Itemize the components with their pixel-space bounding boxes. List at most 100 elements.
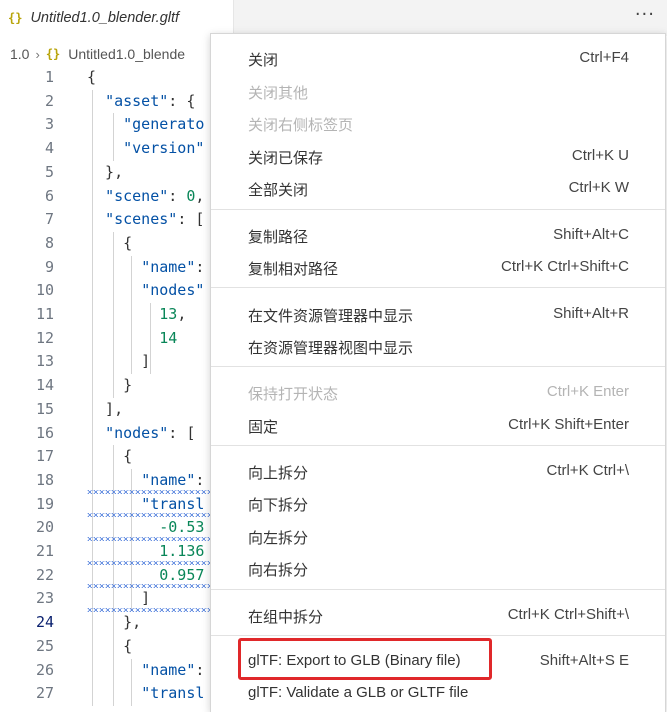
code-text: "scene": 0, [87, 187, 204, 205]
json-file-icon: {} [8, 11, 23, 25]
code-token: { [87, 636, 133, 655]
code-text: 14 [87, 329, 177, 347]
code-token: "asset" [105, 91, 169, 110]
menu-item-label: 在资源管理器视图中显示 [248, 340, 414, 357]
line-number: 16 [35, 423, 54, 442]
menu-item-copy-relative-path[interactable]: 复制相对路径 Ctrl+K Ctrl+Shift+C [211, 251, 665, 281]
line-number: 2 [44, 91, 54, 110]
menu-separator [211, 287, 665, 288]
editor-tab-bar: {} Untitled1.0_blender.gltf ··· [0, 0, 667, 36]
menu-item-copy-path[interactable]: 复制路径 Shift+Alt+C [211, 219, 665, 249]
code-token: "name" [141, 470, 196, 489]
code-token: 1.136 [159, 542, 205, 560]
indent-guide [113, 113, 114, 161]
code-text: 1.136 [87, 542, 204, 560]
line-number: 9 [44, 257, 54, 276]
line-number: 19 [35, 494, 54, 513]
line-number: 25 [35, 636, 54, 655]
menu-separator [211, 366, 665, 367]
menu-item-reveal-in-file-explorer[interactable]: 在文件资源管理器中显示 Shift+Alt+R [211, 298, 665, 328]
warning-squiggle [87, 560, 212, 565]
line-number: 12 [35, 328, 54, 347]
code-token: : [ [177, 210, 205, 229]
menu-item-gltf-validate[interactable]: glTF: Validate a GLB or GLTF file [211, 677, 665, 707]
menu-item-shortcut: Ctrl+K W [568, 179, 629, 196]
menu-separator [211, 589, 665, 590]
menu-item-split-down[interactable]: 向下拆分 [211, 487, 665, 517]
menu-item-shortcut: Ctrl+K Ctrl+\ [546, 462, 629, 479]
code-text: 13, [87, 305, 186, 323]
line-number: 15 [35, 399, 54, 418]
breadcrumb: 1.0 › {} Untitled1.0_blende [10, 43, 185, 65]
code-text: { [87, 68, 96, 86]
menu-item-reveal-in-explorer-view[interactable]: 在资源管理器视图中显示 [211, 330, 665, 360]
menu-item-gltf-export-glb[interactable]: glTF: Export to GLB (Binary file) Shift+A… [211, 645, 665, 675]
code-token: "scenes" [105, 210, 178, 229]
line-number: 14 [35, 376, 54, 395]
line-number: 23 [35, 589, 54, 608]
code-text: ] [87, 589, 150, 607]
code-token: }, [87, 613, 142, 632]
code-token: { [87, 447, 133, 466]
code-text: "version" [87, 139, 204, 157]
menu-item-close-saved[interactable]: 关闭已保存 Ctrl+K U [211, 140, 665, 170]
breadcrumb-file[interactable]: Untitled1.0_blende [68, 46, 185, 62]
more-actions-icon[interactable]: ··· [635, 4, 655, 25]
menu-item-shortcut: Shift+Alt+S E [539, 652, 629, 669]
breadcrumb-folder[interactable]: 1.0 [10, 46, 29, 62]
line-number: 13 [35, 352, 54, 371]
chevron-right-icon: › [35, 46, 40, 62]
line-number: 7 [44, 210, 54, 229]
menu-separator [211, 209, 665, 210]
menu-item-pin[interactable]: 固定 Ctrl+K Shift+Enter [211, 409, 665, 439]
menu-item-label: 向上拆分 [248, 465, 309, 482]
code-text: }, [87, 613, 141, 631]
warning-squiggle [87, 489, 212, 494]
menu-separator [211, 445, 665, 446]
code-text: "transl [87, 684, 204, 702]
code-token: "nodes" [141, 281, 205, 300]
indent-guide [150, 303, 151, 375]
code-token: : [ [168, 423, 196, 442]
menu-item-close[interactable]: 关闭 Ctrl+F4 [211, 42, 665, 72]
code-token: { [87, 233, 133, 252]
menu-item-split-in-group[interactable]: 在组中拆分 Ctrl+K Ctrl+Shift+\ [211, 599, 665, 629]
code-token: 14 [159, 328, 178, 347]
code-text: "name": [87, 471, 204, 489]
menu-item-label: 关闭右侧标签页 [248, 117, 354, 134]
warning-squiggle [87, 584, 212, 589]
menu-item-label: 向右拆分 [248, 562, 309, 579]
menu-item-label: glTF: Validate a GLB or GLTF file [248, 684, 469, 701]
menu-item-close-others: 关闭其他 [211, 75, 665, 105]
line-number: 17 [35, 447, 54, 466]
code-token: 13 [159, 305, 178, 323]
code-text: "transl [87, 495, 204, 513]
warning-squiggle [87, 608, 212, 613]
code-text: { [87, 447, 132, 465]
code-token: "generato [123, 115, 205, 134]
code-text: "asset": { [87, 92, 195, 110]
code-token: -0.53 [159, 518, 205, 537]
menu-item-close-all[interactable]: 全部关闭 Ctrl+K W [211, 172, 665, 202]
menu-item-shortcut: Ctrl+K Ctrl+Shift+C [501, 258, 629, 275]
tab-untitled-gltf[interactable]: {} Untitled1.0_blender.gltf [0, 0, 234, 36]
warning-squiggle [87, 537, 212, 541]
menu-item-keep-open: 保持打开状态 Ctrl+K Enter [211, 376, 665, 406]
menu-item-label: 关闭其他 [248, 85, 309, 102]
line-number: 8 [44, 233, 54, 252]
line-number: 5 [44, 162, 54, 181]
line-number: 1 [44, 68, 54, 86]
menu-item-split-left[interactable]: 向左拆分 [211, 520, 665, 550]
menu-item-split-up[interactable]: 向上拆分 Ctrl+K Ctrl+\ [211, 455, 665, 485]
code-token: "transl [141, 684, 205, 703]
code-token: : { [168, 91, 196, 110]
code-token: "name" [141, 257, 196, 276]
menu-item-split-right[interactable]: 向右拆分 [211, 552, 665, 582]
menu-item-label: 向下拆分 [248, 497, 309, 514]
menu-separator [211, 635, 665, 636]
line-number: 3 [44, 115, 54, 134]
